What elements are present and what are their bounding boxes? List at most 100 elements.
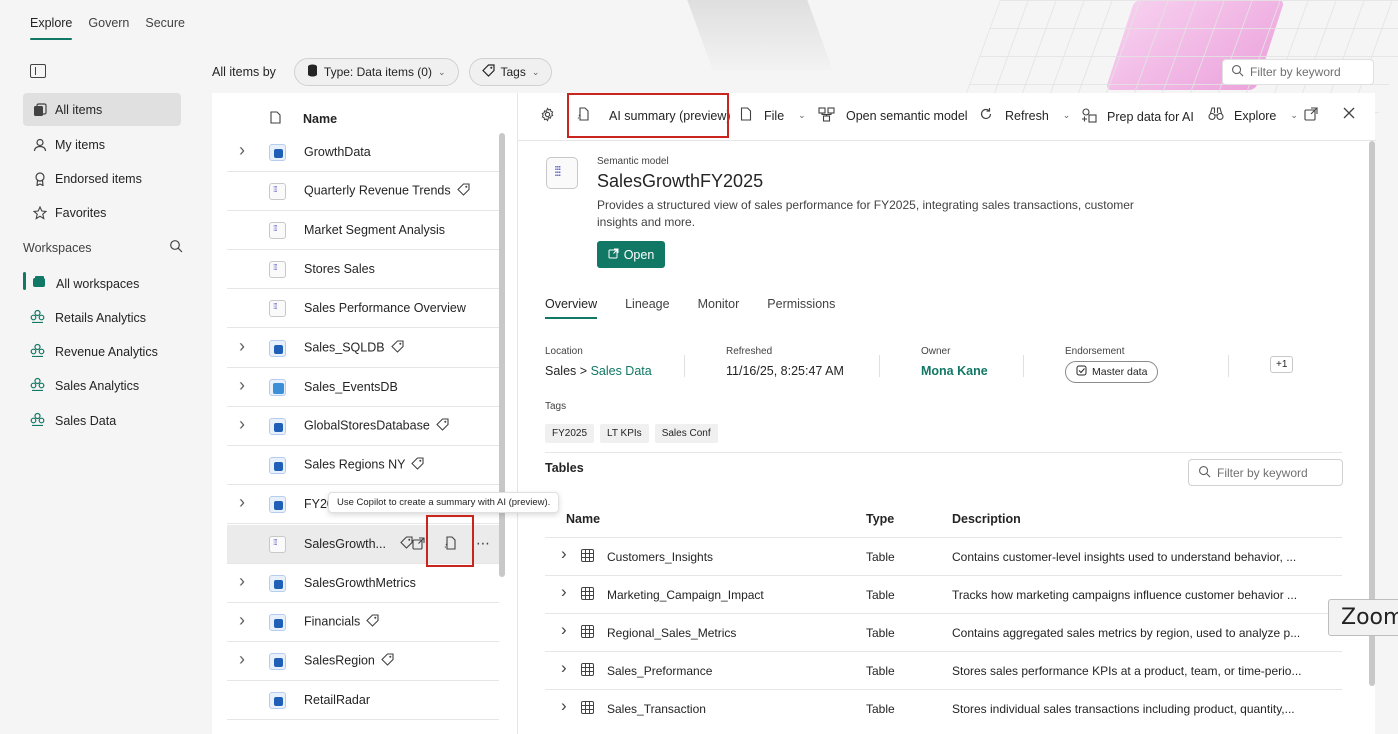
owner-link[interactable]: Mona Kane bbox=[921, 364, 988, 378]
list-item[interactable]: RetailRadar bbox=[227, 681, 499, 720]
list-item[interactable]: › Sales_EventsDB bbox=[227, 368, 499, 407]
tag-icon[interactable] bbox=[436, 418, 449, 434]
table-type: Table bbox=[866, 702, 895, 716]
open-semantic-model-button[interactable]: Open semantic model bbox=[818, 107, 968, 125]
chevron-right-icon[interactable]: › bbox=[239, 375, 245, 396]
chevron-right-icon[interactable]: › bbox=[561, 696, 567, 716]
semantic-model-icon bbox=[546, 157, 578, 189]
settings-icon[interactable] bbox=[540, 107, 555, 122]
chevron-right-icon[interactable]: › bbox=[561, 544, 567, 564]
column-header-description[interactable]: Description bbox=[952, 512, 1021, 526]
list-item[interactable]: › Sales_SQLDB bbox=[227, 329, 499, 368]
list-item[interactable]: Sales Regions NY bbox=[227, 446, 499, 485]
open-external-icon[interactable] bbox=[412, 537, 425, 553]
tag-icon[interactable] bbox=[366, 614, 379, 630]
prep-data-button[interactable]: Prep data for AI bbox=[1081, 107, 1194, 126]
chevron-right-icon[interactable]: › bbox=[561, 620, 567, 640]
more-options-icon[interactable]: ⋯ bbox=[476, 535, 490, 552]
tags-filter-dropdown[interactable]: Tags ⌄ bbox=[468, 58, 553, 86]
tables-search-input[interactable]: Filter by keyword bbox=[1188, 459, 1343, 486]
chevron-down-icon: ⌄ bbox=[798, 110, 806, 120]
tag-icon[interactable] bbox=[411, 457, 425, 473]
chevron-right-icon[interactable]: › bbox=[239, 414, 245, 435]
tab-secure[interactable]: Secure bbox=[137, 12, 193, 40]
list-item[interactable]: › SalesRegion bbox=[227, 642, 499, 681]
table-row[interactable]: › Sales_Transaction Table Stores individual… bbox=[545, 689, 1342, 727]
search-icon[interactable] bbox=[169, 239, 183, 256]
nav-my-items[interactable]: My items bbox=[23, 128, 181, 161]
more-badge[interactable]: +1 bbox=[1270, 356, 1294, 373]
list-item[interactable]: › GlobalStoresDatabase bbox=[227, 407, 499, 446]
highlight-box bbox=[567, 93, 729, 138]
tag-chip[interactable]: Sales Conf bbox=[654, 424, 718, 443]
semantic-model-icon bbox=[269, 182, 286, 200]
workspace-item[interactable]: Retails Analytics bbox=[30, 309, 146, 326]
chevron-right-icon[interactable]: › bbox=[239, 571, 245, 592]
open-button[interactable]: Open bbox=[597, 241, 665, 268]
workspace-item[interactable]: Sales Data bbox=[30, 412, 116, 429]
type-filter-dropdown[interactable]: Type: Data items (0) ⌄ bbox=[293, 58, 459, 86]
chevron-right-icon[interactable]: › bbox=[561, 582, 567, 602]
list-item[interactable]: Stores Sales bbox=[227, 250, 499, 289]
nav-favorites-label: Favorites bbox=[55, 205, 107, 220]
table-row[interactable]: › Regional_Sales_Metrics Table Contains agg… bbox=[545, 613, 1342, 651]
list-item[interactable]: › SalesGrowthMetrics bbox=[227, 564, 499, 603]
nav-endorsed-items[interactable]: Endorsed items bbox=[23, 162, 181, 195]
search-input[interactable]: Filter by keyword bbox=[1222, 59, 1374, 85]
tab-permissions[interactable]: Permissions bbox=[767, 297, 835, 319]
nav-favorites[interactable]: Favorites bbox=[23, 196, 181, 229]
tag-chip[interactable]: LT KPIs bbox=[600, 424, 649, 443]
refresh-button[interactable]: Refresh ⌄ bbox=[979, 107, 1070, 124]
table-name: Sales_Transaction bbox=[607, 702, 706, 716]
close-icon[interactable] bbox=[1343, 107, 1355, 119]
column-header-type[interactable]: Type bbox=[866, 512, 894, 526]
list-item[interactable]: Sales Performance Overview bbox=[227, 289, 499, 328]
table-row[interactable]: › Sales_Preformance Table Stores sales perf… bbox=[545, 651, 1342, 689]
background-cube bbox=[687, 0, 833, 70]
master-data-icon bbox=[1076, 365, 1087, 379]
chevron-right-icon[interactable]: › bbox=[239, 649, 245, 670]
tab-overview[interactable]: Overview bbox=[545, 297, 598, 319]
tab-lineage[interactable]: Lineage bbox=[625, 297, 670, 319]
explore-button[interactable]: Explore ⌄ bbox=[1208, 107, 1298, 124]
chevron-right-icon[interactable]: › bbox=[561, 658, 567, 678]
tag-chip[interactable]: FY2025 bbox=[545, 424, 595, 443]
divider bbox=[1023, 355, 1024, 377]
list-item-label: Financials bbox=[304, 614, 379, 630]
nav-all-items[interactable]: All items bbox=[23, 93, 181, 126]
list-item-label: RetailRadar bbox=[304, 693, 371, 707]
location-root[interactable]: Sales bbox=[545, 364, 576, 378]
chevron-right-icon[interactable]: › bbox=[239, 492, 245, 513]
location-child-link[interactable]: Sales Data bbox=[591, 364, 652, 378]
expand-icon[interactable] bbox=[1304, 107, 1318, 121]
chevron-right-icon[interactable]: › bbox=[239, 140, 245, 161]
list-item[interactable]: Quarterly Revenue Trends bbox=[227, 172, 499, 211]
list-item[interactable]: › Financials bbox=[227, 603, 499, 642]
tag-icon[interactable] bbox=[381, 653, 394, 669]
list-item[interactable]: Market Segment Analysis bbox=[227, 211, 499, 250]
table-row[interactable]: › Marketing_Campaign_Impact Table Tracks ho… bbox=[545, 575, 1342, 613]
chevron-right-icon[interactable]: › bbox=[239, 610, 245, 631]
workspace-all[interactable]: All workspaces bbox=[23, 272, 139, 292]
file-menu-button[interactable]: File ⌄ bbox=[740, 107, 806, 124]
tab-monitor[interactable]: Monitor bbox=[698, 297, 740, 319]
tab-govern[interactable]: Govern bbox=[80, 12, 137, 40]
chevron-right-icon[interactable]: › bbox=[239, 336, 245, 357]
file-icon bbox=[270, 111, 281, 127]
divider bbox=[879, 355, 880, 377]
table-row[interactable]: › Customers_Insights Table Contains custome… bbox=[545, 537, 1342, 575]
database-icon bbox=[269, 495, 286, 513]
list-item[interactable]: › GrowthData bbox=[227, 133, 499, 172]
collapse-pane-icon[interactable] bbox=[30, 64, 46, 78]
column-header-name[interactable]: Name bbox=[566, 512, 600, 526]
prep-data-label: Prep data for AI bbox=[1107, 109, 1194, 124]
workspace-item[interactable]: Revenue Analytics bbox=[30, 343, 158, 360]
workspaces-icon bbox=[32, 275, 46, 292]
workspace-item[interactable]: Sales Analytics bbox=[30, 377, 139, 394]
tag-icon[interactable] bbox=[390, 340, 404, 356]
database-icon bbox=[269, 143, 286, 161]
endorsement-badge[interactable]: Master data bbox=[1065, 361, 1159, 383]
tab-explore[interactable]: Explore bbox=[22, 12, 80, 40]
tag-icon[interactable] bbox=[456, 183, 470, 199]
open-button-label: Open bbox=[623, 247, 655, 262]
